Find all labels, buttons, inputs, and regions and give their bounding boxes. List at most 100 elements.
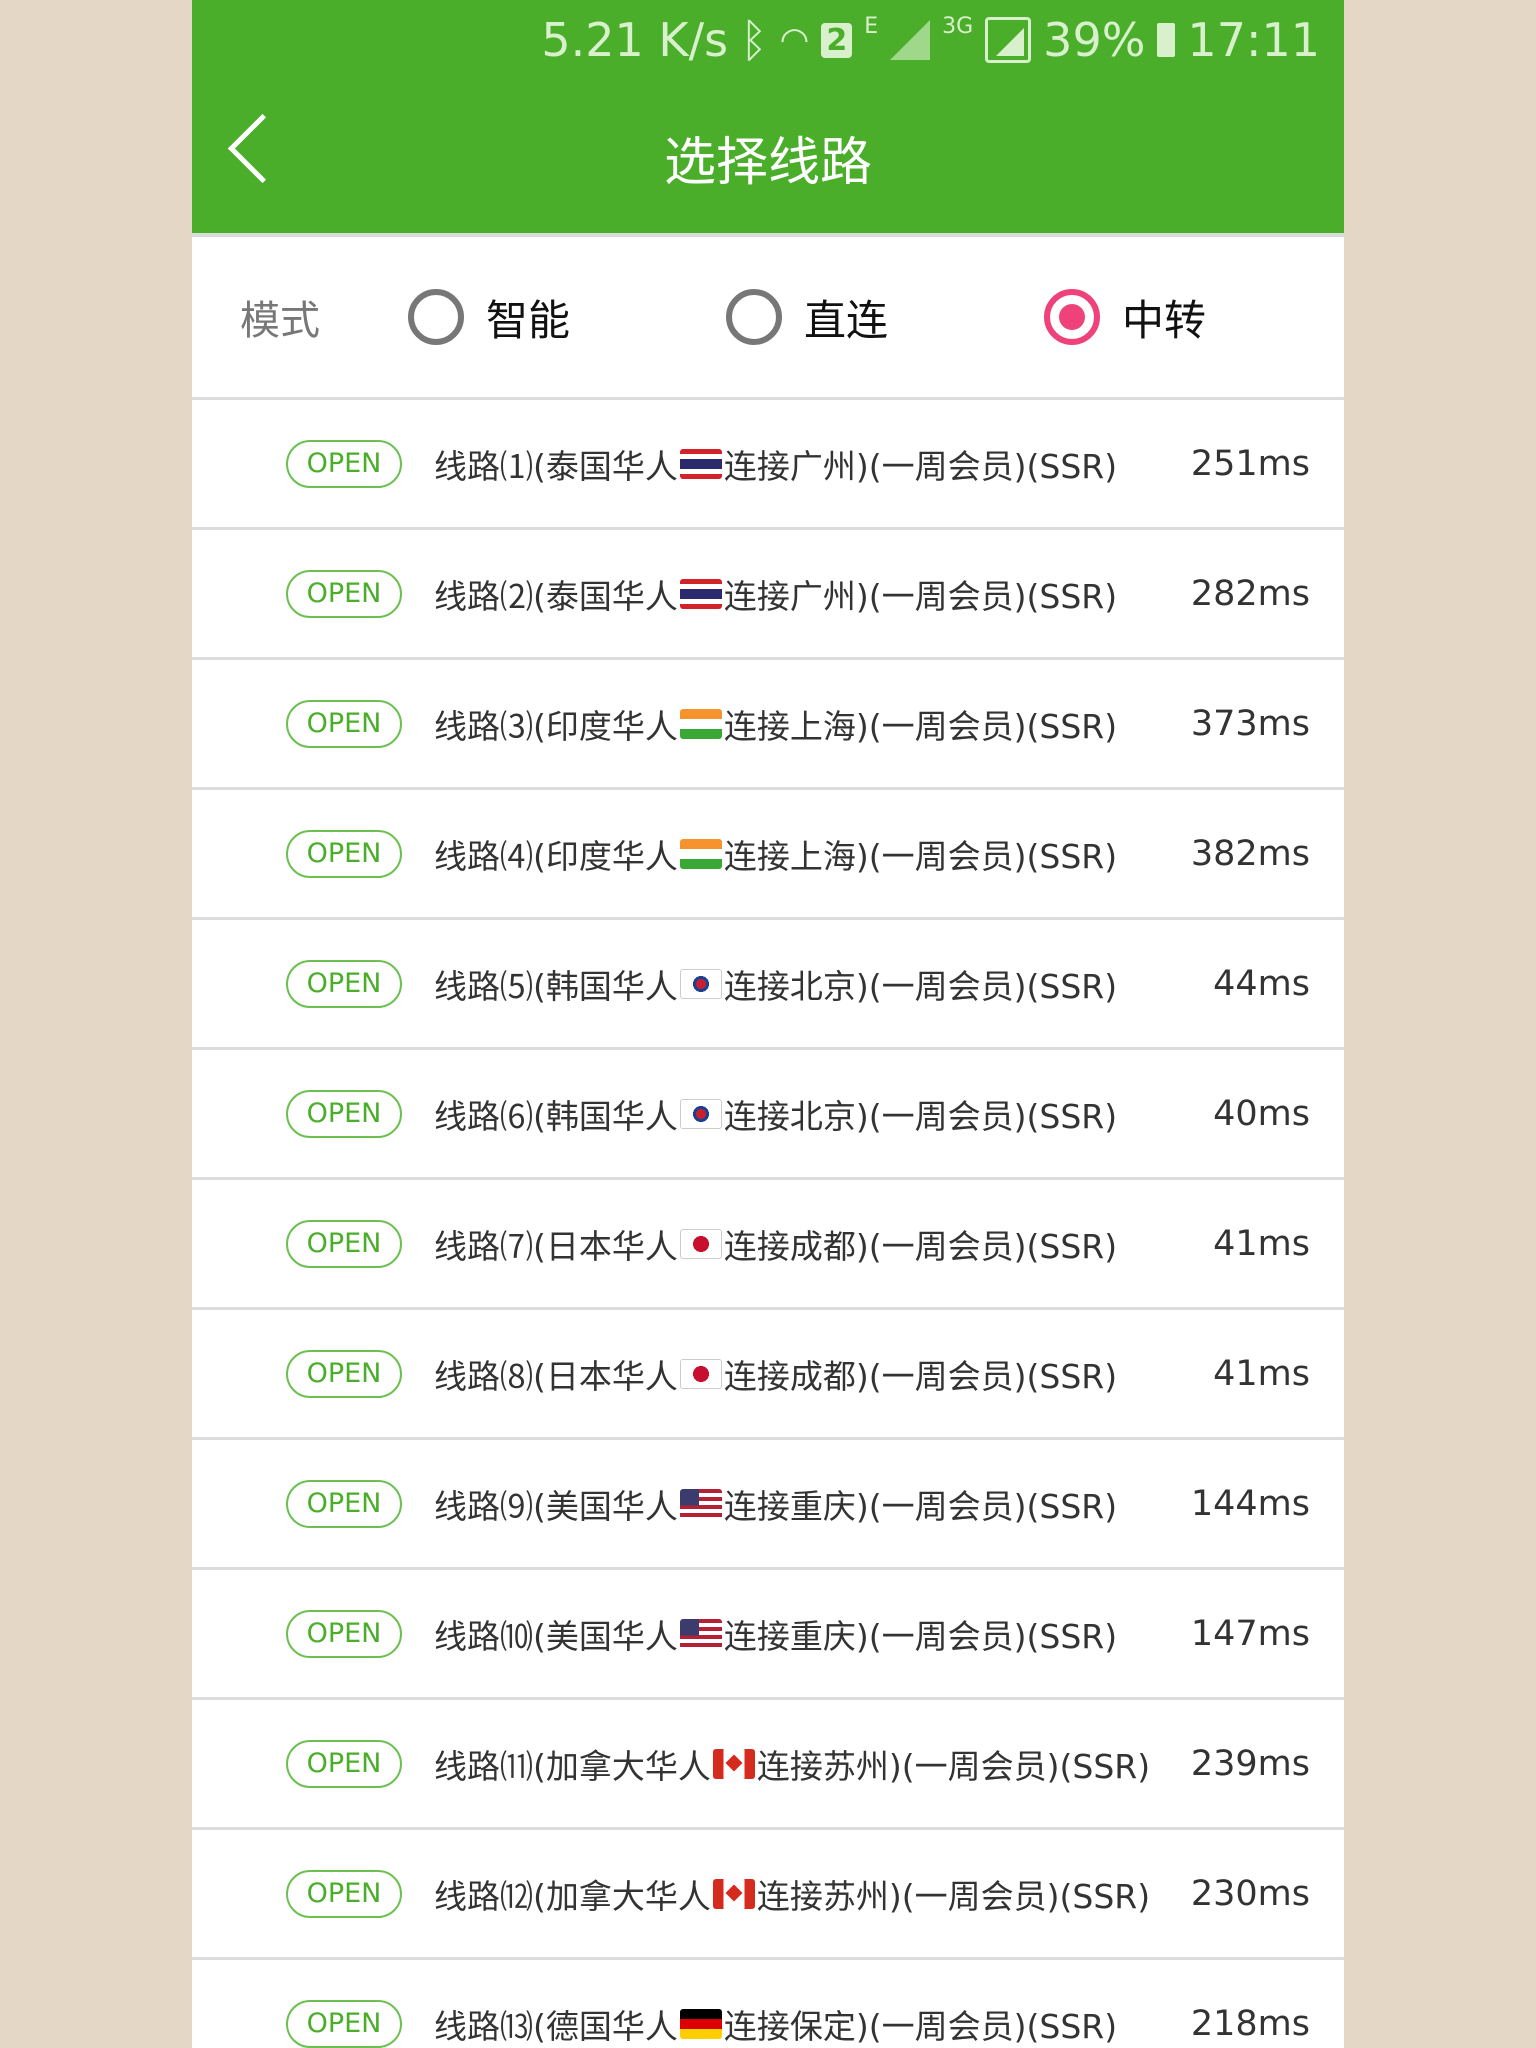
flag-th-icon	[679, 578, 722, 609]
route-row[interactable]: OPEN 线路⒀(德国华人 连接保定)(一周会员)(SSR) 218ms	[192, 1960, 1344, 2048]
route-latency: 41ms	[1213, 1353, 1310, 1394]
mode-option-direct[interactable]: 直连	[726, 287, 888, 348]
mode-option-smart[interactable]: 智能	[408, 287, 570, 348]
network-type-e: E	[864, 14, 879, 39]
route-name-prefix: 线路⑵(泰国华人	[434, 576, 678, 616]
route-name-suffix: 连接成都)(一周会员)(SSR)	[723, 1226, 1118, 1266]
page-title: 选择线路	[663, 133, 872, 193]
route-row[interactable]: OPEN 线路⑿(加拿大华人 连接苏州)(一周会员)(SSR) 230ms	[192, 1830, 1344, 1960]
flag-de-icon	[679, 2008, 722, 2039]
route-name-prefix: 线路⑽(美国华人	[434, 1616, 678, 1656]
route-name: 线路⑾(加拿大华人 连接苏州)(一周会员)(SSR)	[434, 1740, 1150, 1788]
app-bar: 5.21 K/s ᛒ ◠ 2 E 3G 39% 17:11 选择线路	[192, 0, 1344, 233]
open-badge: OPEN	[286, 959, 402, 1008]
mode-option-relay[interactable]: 中转	[1044, 287, 1206, 348]
route-row[interactable]: OPEN 线路⑺(日本华人 连接成都)(一周会员)(SSR) 41ms	[192, 1180, 1344, 1310]
bluetooth-icon: ᛒ	[740, 13, 768, 67]
route-name: 线路⑸(韩国华人 连接北京)(一周会员)(SSR)	[434, 960, 1117, 1008]
route-latency: 282ms	[1190, 573, 1310, 614]
route-name-suffix: 连接北京)(一周会员)(SSR)	[723, 966, 1118, 1006]
route-name: 线路⑼(美国华人 连接重庆)(一周会员)(SSR)	[434, 1480, 1117, 1528]
route-name: 线路⑺(日本华人 连接成都)(一周会员)(SSR)	[434, 1220, 1117, 1268]
route-name-prefix: 线路⒀(德国华人	[434, 2006, 678, 2046]
route-name-prefix: 线路⑿(加拿大华人	[434, 1876, 711, 1916]
flag-us-icon	[679, 1488, 722, 1519]
route-row[interactable]: OPEN 线路⑶(印度华人 连接上海)(一周会员)(SSR) 373ms	[192, 660, 1344, 790]
flag-ca-icon	[712, 1878, 755, 1909]
route-latency: 40ms	[1213, 1093, 1310, 1134]
route-name-suffix: 连接上海)(一周会员)(SSR)	[723, 836, 1118, 876]
route-latency: 218ms	[1190, 2003, 1310, 2044]
status-bar: 5.21 K/s ᛒ ◠ 2 E 3G 39% 17:11	[541, 8, 1320, 72]
route-latency: 382ms	[1190, 833, 1310, 874]
route-name-suffix: 连接重庆)(一周会员)(SSR)	[723, 1616, 1118, 1656]
flag-ca-icon	[712, 1748, 755, 1779]
route-name-suffix: 连接保定)(一周会员)(SSR)	[723, 2006, 1118, 2046]
flag-us-icon	[679, 1618, 722, 1649]
route-name-suffix: 连接苏州)(一周会员)(SSR)	[756, 1746, 1151, 1786]
route-name-prefix: 线路⑷(印度华人	[434, 836, 678, 876]
phone-screen: 5.21 K/s ᛒ ◠ 2 E 3G 39% 17:11 选择线路 模式 智能…	[192, 0, 1344, 2048]
route-name-suffix: 连接上海)(一周会员)(SSR)	[723, 706, 1118, 746]
open-badge: OPEN	[286, 569, 402, 618]
open-badge: OPEN	[286, 1349, 402, 1398]
flag-jp-icon	[679, 1228, 722, 1259]
mode-option-label: 智能	[486, 295, 571, 345]
route-latency: 239ms	[1190, 1743, 1310, 1784]
route-name-suffix: 连接重庆)(一周会员)(SSR)	[723, 1486, 1118, 1526]
wifi-icon: ◠	[779, 20, 810, 60]
open-badge: OPEN	[286, 699, 402, 748]
route-name: 线路⑻(日本华人 连接成都)(一周会员)(SSR)	[434, 1350, 1117, 1398]
open-badge: OPEN	[286, 1739, 402, 1788]
radio-unchecked-icon[interactable]	[726, 289, 782, 345]
network-speed: 5.21 K/s	[541, 13, 729, 67]
mode-label: 模式	[240, 298, 320, 344]
route-row[interactable]: OPEN 线路⑴(泰国华人 连接广州)(一周会员)(SSR) 251ms	[192, 400, 1344, 530]
route-latency: 251ms	[1190, 443, 1310, 484]
signal-icon	[890, 20, 931, 60]
route-name-prefix: 线路⑾(加拿大华人	[434, 1746, 711, 1786]
network-type-3g: 3G	[942, 14, 974, 39]
signal-strength-icon	[985, 17, 1032, 63]
route-name-prefix: 线路⑺(日本华人	[434, 1226, 678, 1266]
mode-option-label: 直连	[804, 295, 889, 345]
route-row[interactable]: OPEN 线路⑵(泰国华人 连接广州)(一周会员)(SSR) 282ms	[192, 530, 1344, 660]
route-name: 线路⑶(印度华人 连接上海)(一周会员)(SSR)	[434, 700, 1117, 748]
route-name: 线路⑿(加拿大华人 连接苏州)(一周会员)(SSR)	[434, 1870, 1150, 1918]
route-name: 线路⑴(泰国华人 连接广州)(一周会员)(SSR)	[434, 440, 1117, 488]
route-row[interactable]: OPEN 线路⑹(韩国华人 连接北京)(一周会员)(SSR) 40ms	[192, 1050, 1344, 1180]
route-name-suffix: 连接北京)(一周会员)(SSR)	[723, 1096, 1118, 1136]
route-row[interactable]: OPEN 线路⑸(韩国华人 连接北京)(一周会员)(SSR) 44ms	[192, 920, 1344, 1050]
route-latency: 147ms	[1190, 1613, 1310, 1654]
route-latency: 230ms	[1190, 1873, 1310, 1914]
battery-percent: 39%	[1043, 13, 1146, 67]
route-row[interactable]: OPEN 线路⑾(加拿大华人 连接苏州)(一周会员)(SSR) 239ms	[192, 1700, 1344, 1830]
route-name-suffix: 连接苏州)(一周会员)(SSR)	[756, 1876, 1151, 1916]
route-latency: 373ms	[1190, 703, 1310, 744]
flag-kr-icon	[679, 968, 722, 999]
radio-checked-icon[interactable]	[1044, 289, 1100, 345]
flag-kr-icon	[679, 1098, 722, 1129]
route-name-prefix: 线路⑸(韩国华人	[434, 966, 678, 1006]
route-name-prefix: 线路⑻(日本华人	[434, 1356, 678, 1396]
flag-in-icon	[679, 708, 722, 739]
flag-in-icon	[679, 838, 722, 869]
route-name-suffix: 连接广州)(一周会员)(SSR)	[723, 446, 1118, 486]
route-list: OPEN 线路⑴(泰国华人 连接广州)(一周会员)(SSR) 251ms OPEN 线路⑵…	[192, 400, 1344, 2048]
open-badge: OPEN	[286, 1609, 402, 1658]
route-row[interactable]: OPEN 线路⑷(印度华人 连接上海)(一周会员)(SSR) 382ms	[192, 790, 1344, 920]
route-name-prefix: 线路⑴(泰国华人	[434, 446, 678, 486]
open-badge: OPEN	[286, 439, 402, 488]
open-badge: OPEN	[286, 1219, 402, 1268]
mode-selector: 模式 智能 直连 中转	[192, 233, 1344, 400]
flag-th-icon	[679, 448, 722, 479]
route-row[interactable]: OPEN 线路⑼(美国华人 连接重庆)(一周会员)(SSR) 144ms	[192, 1440, 1344, 1570]
route-row[interactable]: OPEN 线路⑽(美国华人 连接重庆)(一周会员)(SSR) 147ms	[192, 1570, 1344, 1700]
route-name-prefix: 线路⑼(美国华人	[434, 1486, 678, 1526]
radio-unchecked-icon[interactable]	[408, 289, 464, 345]
open-badge: OPEN	[286, 1479, 402, 1528]
route-row[interactable]: OPEN 线路⑻(日本华人 连接成都)(一周会员)(SSR) 41ms	[192, 1310, 1344, 1440]
route-name-suffix: 连接成都)(一周会员)(SSR)	[723, 1356, 1118, 1396]
open-badge: OPEN	[286, 1089, 402, 1138]
sim-icon: 2	[821, 22, 853, 58]
